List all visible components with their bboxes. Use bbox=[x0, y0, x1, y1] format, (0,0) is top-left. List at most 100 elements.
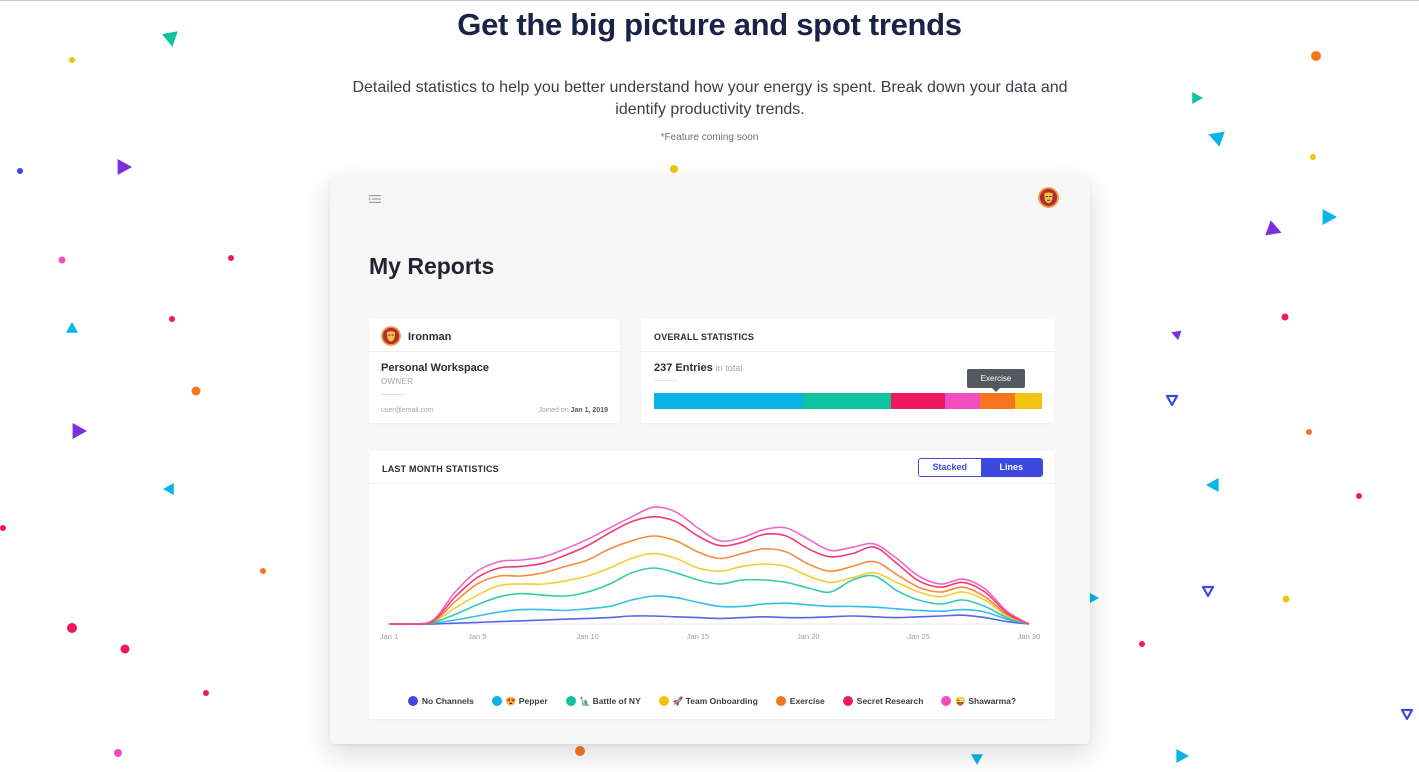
confetti-dot bbox=[1282, 595, 1290, 603]
stat-segment[interactable] bbox=[1014, 393, 1042, 409]
series-line bbox=[389, 614, 1030, 625]
confetti-triangle bbox=[1322, 209, 1337, 225]
stat-segment[interactable] bbox=[803, 393, 891, 409]
last-month-statistics-card: LAST MONTH STATISTICS Stacked Lines Jan … bbox=[369, 451, 1055, 719]
joined-date-value: Jan 1, 2019 bbox=[570, 407, 608, 414]
series-line bbox=[388, 552, 1030, 625]
joined-label: Joined on bbox=[538, 407, 569, 414]
legend-item[interactable]: 🚀 Team Onboarding bbox=[658, 694, 758, 708]
legend-item[interactable]: Exercise bbox=[775, 694, 825, 708]
confetti-dot bbox=[1139, 641, 1145, 647]
segment-tooltip: Exercise bbox=[967, 369, 1025, 388]
stat-segment[interactable] bbox=[944, 393, 980, 409]
stat-segment[interactable] bbox=[654, 393, 804, 409]
page: Get the big picture and spot trends Deta… bbox=[0, 0, 1419, 772]
legend-color-dot bbox=[565, 696, 576, 706]
hero-title: Get the big picture and spot trends bbox=[457, 7, 962, 42]
legend-color-dot bbox=[658, 696, 669, 706]
workspace-role: OWNER bbox=[381, 377, 414, 386]
profile-card: Ironman Personal Workspace OWNER user@em… bbox=[369, 319, 620, 423]
chart-mode-toggle: Stacked Lines bbox=[918, 458, 1043, 477]
chart-legend: No Channels 😍 Pepper 🗽 Battle of NY 🚀 Team … bbox=[369, 694, 1055, 708]
divider bbox=[381, 394, 405, 395]
tooltip-arrow bbox=[992, 388, 1000, 392]
profile-card-header: Ironman bbox=[369, 319, 620, 352]
confetti-dot bbox=[114, 749, 122, 757]
legend-label: Secret Research bbox=[856, 696, 924, 706]
x-tick-label: Jan 1 bbox=[380, 632, 398, 641]
confetti-dot bbox=[120, 644, 130, 654]
confetti-dot bbox=[0, 525, 6, 531]
confetti-dot bbox=[670, 165, 678, 173]
confetti-dot bbox=[1356, 493, 1362, 499]
ironman-avatar-icon bbox=[381, 326, 401, 346]
page-title: My Reports bbox=[369, 253, 495, 279]
series-line bbox=[388, 595, 1030, 625]
legend-color-dot bbox=[775, 696, 786, 706]
x-tick-label: Jan 5 bbox=[468, 632, 486, 641]
confetti-triangle-outline bbox=[1165, 394, 1179, 407]
series-line bbox=[388, 506, 1030, 626]
confetti-dot bbox=[17, 168, 23, 174]
confetti-triangle-outline bbox=[1201, 585, 1215, 598]
stat-segment[interactable] bbox=[890, 393, 945, 409]
user-email: user@email.com bbox=[381, 407, 434, 414]
confetti-dot bbox=[260, 568, 266, 574]
legend-color-dot bbox=[407, 696, 418, 706]
legend-label: Exercise bbox=[789, 696, 825, 706]
legend-label: 🚀 Team Onboarding bbox=[672, 695, 758, 706]
confetti-dot bbox=[203, 690, 209, 696]
menu-icon[interactable] bbox=[368, 192, 382, 206]
confetti-triangle-outline bbox=[1400, 708, 1414, 721]
entries-count: 237 Entries in total bbox=[654, 362, 742, 374]
confetti-dot bbox=[1310, 154, 1316, 160]
confetti-triangle bbox=[971, 754, 983, 765]
legend-item[interactable]: Secret Research bbox=[842, 694, 924, 708]
app-window: My Reports Ironman Personal Workspace OW… bbox=[330, 177, 1090, 744]
ironman-avatar-icon[interactable] bbox=[1038, 187, 1059, 208]
x-tick-label: Jan 25 bbox=[907, 632, 930, 641]
confetti-dot bbox=[1281, 313, 1289, 321]
confetti-triangle bbox=[1206, 478, 1219, 492]
legend-color-dot bbox=[941, 696, 952, 706]
confetti-dot bbox=[228, 255, 234, 261]
entries-total: 237 Entries bbox=[654, 362, 713, 374]
confetti-dot bbox=[191, 386, 201, 396]
x-tick-label: Jan 10 bbox=[576, 632, 599, 641]
confetti-triangle bbox=[1192, 92, 1203, 104]
confetti-triangle bbox=[1265, 220, 1282, 236]
overall-statistics-header: OVERALL STATISTICS bbox=[641, 319, 1054, 352]
overall-stacked-bar bbox=[654, 393, 1042, 409]
x-tick-label: Jan 15 bbox=[687, 632, 710, 641]
hero-description: Detailed statistics to help you better u… bbox=[352, 79, 1068, 118]
workspace-name: Personal Workspace bbox=[381, 362, 490, 374]
overall-statistics-card: OVERALL STATISTICS 237 Entries in total … bbox=[641, 319, 1054, 423]
confetti-triangle bbox=[117, 159, 132, 175]
confetti-triangle bbox=[1176, 749, 1189, 763]
confetti-dot bbox=[67, 623, 77, 633]
overall-statistics-title: OVERALL STATISTICS bbox=[654, 332, 755, 342]
x-tick-label: Jan 20 bbox=[797, 632, 820, 641]
lines-toggle-button[interactable]: Lines bbox=[980, 459, 1042, 476]
x-tick-label: Jan 30 bbox=[1018, 632, 1041, 641]
legend-color-dot bbox=[842, 696, 853, 706]
legend-label: No Channels bbox=[421, 696, 474, 706]
last-month-statistics-title: LAST MONTH STATISTICS bbox=[382, 464, 499, 474]
feature-note: *Feature coming soon bbox=[660, 132, 759, 143]
legend-label: 😍 Pepper bbox=[505, 695, 548, 706]
last-month-statistics-header: LAST MONTH STATISTICS Stacked Lines bbox=[369, 451, 1055, 484]
legend-item[interactable]: 😜 Shawarma? bbox=[941, 694, 1016, 708]
confetti-dot bbox=[169, 316, 175, 322]
legend-item[interactable]: 🗽 Battle of NY bbox=[565, 694, 641, 708]
confetti-dot bbox=[69, 57, 75, 63]
divider bbox=[654, 380, 678, 381]
stat-segment[interactable] bbox=[979, 393, 1015, 409]
stacked-toggle-button[interactable]: Stacked bbox=[919, 459, 981, 476]
legend-label: 🗽 Battle of NY bbox=[579, 695, 641, 706]
entries-suffix: in total bbox=[715, 363, 743, 373]
confetti-dot bbox=[58, 256, 66, 264]
legend-item[interactable]: No Channels bbox=[407, 694, 474, 708]
legend-item[interactable]: 😍 Pepper bbox=[491, 694, 548, 708]
legend-label: 😜 Shawarma? bbox=[955, 695, 1017, 706]
confetti-dot bbox=[575, 746, 585, 756]
